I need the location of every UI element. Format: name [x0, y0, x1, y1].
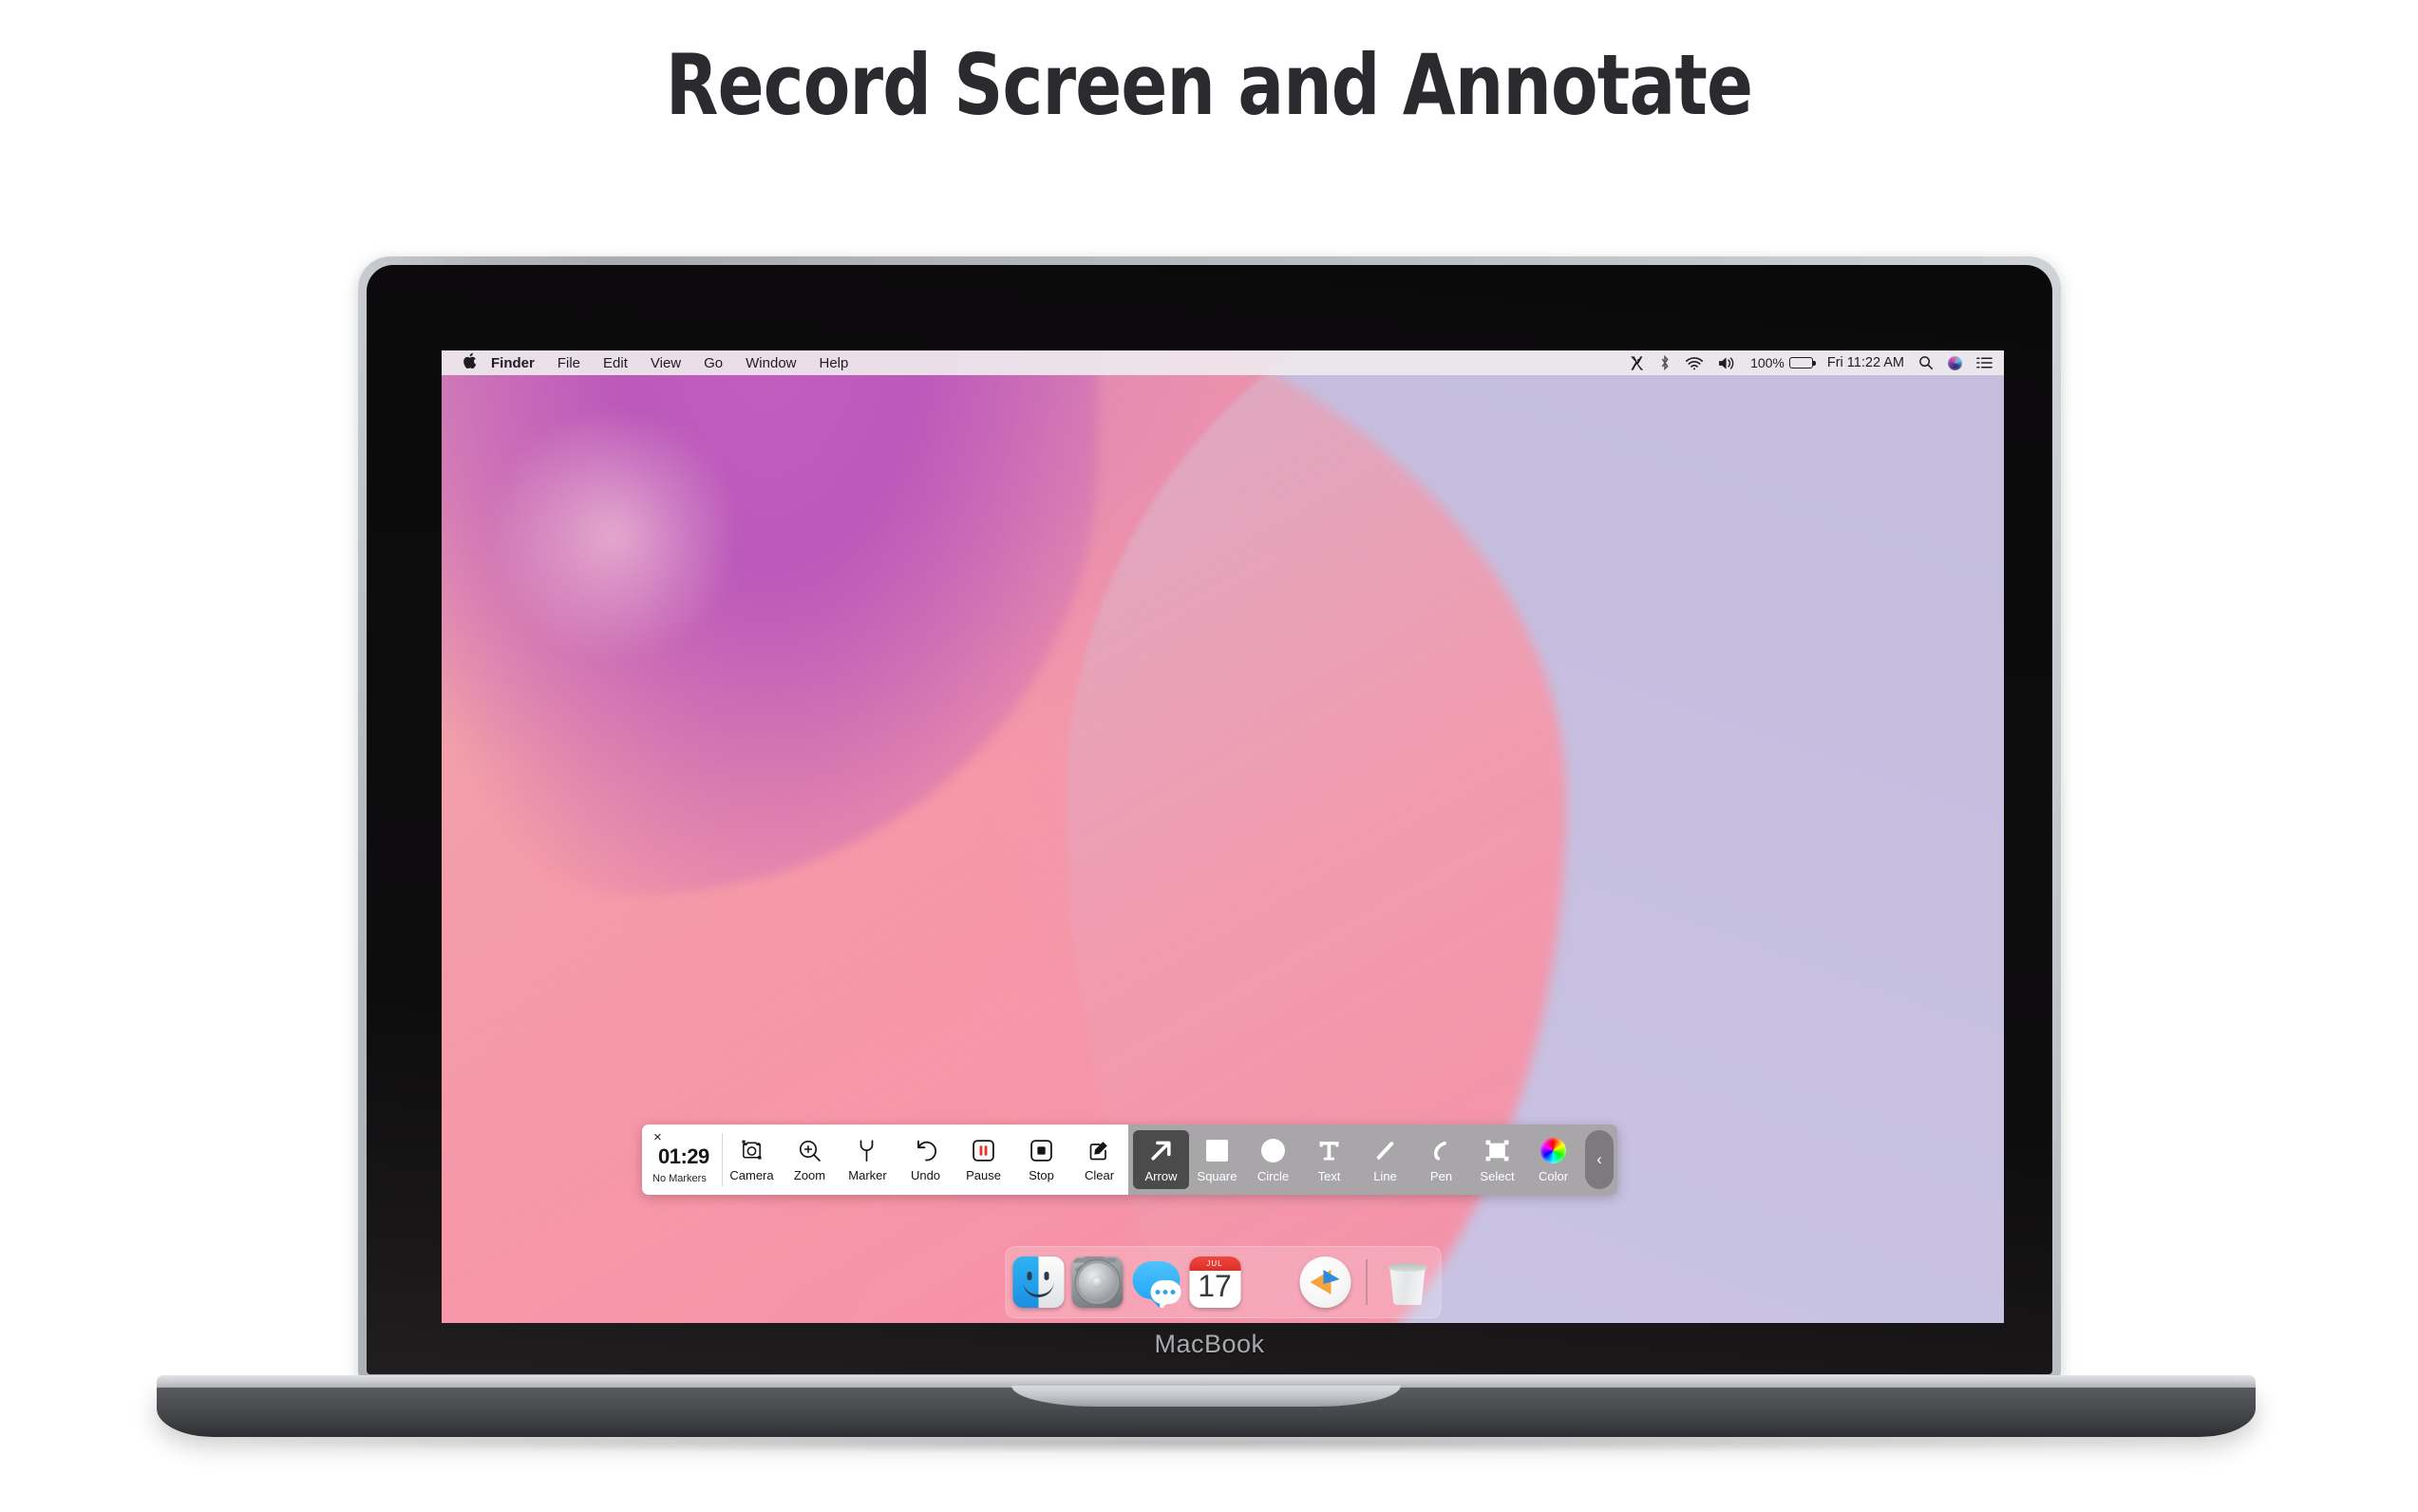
dock-item-app[interactable] [1299, 1257, 1351, 1308]
marker-button[interactable]: Marker [839, 1125, 897, 1195]
recording-time: 01:29 [658, 1144, 709, 1168]
zoom-in-icon [798, 1137, 822, 1164]
circle-icon [1261, 1137, 1285, 1165]
tool-pen-label: Pen [1429, 1168, 1453, 1183]
menu-item-file[interactable]: File [557, 355, 580, 371]
laptop-screen: Finder File Edit View Go Window Help 100… [442, 350, 2004, 1323]
line-icon [1373, 1137, 1397, 1165]
laptop-bezel: Finder File Edit View Go Window Help 100… [367, 265, 2052, 1374]
pause-label: Pause [966, 1168, 1001, 1182]
wallpaper-sheen [488, 408, 739, 662]
tool-arrow[interactable]: Arrow [1133, 1130, 1189, 1189]
recorder-timer-group: × 01:29 No Markers [646, 1125, 722, 1195]
tool-text[interactable]: Text [1301, 1130, 1357, 1189]
recorder-controls-panel: × 01:29 No Markers Camera Zoom Marker Un… [642, 1125, 1128, 1195]
macos-menu-bar: Finder File Edit View Go Window Help 100… [442, 350, 2004, 375]
zoom-label: Zoom [793, 1168, 826, 1182]
clear-label: Clear [1084, 1168, 1115, 1182]
battery-percent-label: 100% [1750, 355, 1785, 370]
tool-arrow-label: Arrow [1144, 1168, 1178, 1183]
collapse-toolbar-button[interactable]: ‹ [1585, 1130, 1614, 1189]
tool-line[interactable]: Line [1357, 1130, 1413, 1189]
tool-circle-label: Circle [1256, 1168, 1290, 1183]
clear-pencil-icon [1087, 1137, 1111, 1164]
select-frame-icon [1484, 1137, 1510, 1165]
pause-button[interactable]: Pause [954, 1125, 1012, 1195]
dock-item-finder[interactable] [1012, 1257, 1064, 1308]
stop-label: Stop [1029, 1168, 1054, 1182]
menu-item-view[interactable]: View [651, 355, 681, 371]
menu-item-window[interactable]: Window [746, 355, 796, 371]
dock-item-calendar[interactable]: JUL 17 [1189, 1257, 1240, 1308]
stop-icon [1030, 1137, 1053, 1164]
search-icon[interactable] [1918, 355, 1934, 370]
markers-status: No Markers [652, 1173, 707, 1184]
laptop-drop-shadow [218, 1432, 2194, 1453]
tool-line-label: Line [1373, 1168, 1397, 1183]
tool-square-label: Square [1197, 1168, 1237, 1183]
arrow-up-right-icon [1148, 1137, 1174, 1165]
tool-select[interactable]: Select [1469, 1130, 1525, 1189]
zoom-button[interactable]: Zoom [781, 1125, 839, 1195]
tool-color[interactable]: Color [1525, 1130, 1581, 1189]
gear-icon [1078, 1263, 1116, 1301]
siri-icon[interactable] [1948, 355, 1962, 370]
tool-select-label: Select [1480, 1168, 1515, 1183]
apple-logo-icon[interactable] [463, 352, 477, 372]
dock-item-trash[interactable] [1382, 1257, 1433, 1308]
square-icon [1206, 1137, 1228, 1165]
marker-label: Marker [848, 1168, 887, 1182]
macos-dock: JUL 17 [1005, 1246, 1441, 1318]
undo-icon [914, 1137, 938, 1164]
stop-button[interactable]: Stop [1012, 1125, 1070, 1195]
close-icon[interactable]: × [653, 1130, 662, 1144]
annotation-tools-panel: Arrow Square Circle Text Line Pen Select… [1128, 1125, 1617, 1195]
camera-button[interactable]: Camera [723, 1125, 781, 1195]
undo-button[interactable]: Undo [897, 1125, 954, 1195]
screen-recorder-toolbar[interactable]: × 01:29 No Markers Camera Zoom Marker Un… [642, 1125, 1617, 1195]
pen-stroke-icon [1429, 1137, 1453, 1165]
tool-pen[interactable]: Pen [1413, 1130, 1469, 1189]
clear-button[interactable]: Clear [1070, 1125, 1128, 1195]
menu-bar-status-area: 100% Fri 11:22 AM [1629, 354, 1993, 371]
battery-full-icon [1788, 357, 1816, 369]
camera-icon [739, 1137, 765, 1164]
bluetooth-icon[interactable] [1659, 354, 1671, 371]
dock-item-system-preferences[interactable] [1071, 1257, 1123, 1308]
macbook-mockup: Finder File Edit View Go Window Help 100… [358, 256, 2061, 1379]
wifi-icon[interactable] [1685, 356, 1704, 370]
macbook-wordmark: MacBook [1154, 1330, 1265, 1358]
text-icon [1317, 1137, 1341, 1165]
laptop-base [157, 1375, 2256, 1440]
page-title: Record Screen and Annotate [665, 36, 1753, 134]
dock-item-messages[interactable] [1130, 1257, 1181, 1308]
battery-status[interactable]: 100% [1750, 355, 1816, 370]
tool-color-label: Color [1538, 1168, 1569, 1183]
pause-icon [972, 1137, 995, 1164]
menu-item-go[interactable]: Go [704, 355, 723, 371]
dock-divider [1366, 1259, 1367, 1305]
control-center-list-icon[interactable] [1976, 356, 1993, 369]
camera-label: Camera [729, 1168, 774, 1182]
menu-item-finder[interactable]: Finder [491, 355, 535, 371]
marker-pin-icon [858, 1137, 878, 1164]
menu-bar-clock[interactable]: Fri 11:22 AM [1827, 355, 1904, 370]
volume-icon[interactable] [1718, 356, 1736, 370]
laptop-base-notch [1011, 1386, 1401, 1407]
tool-text-label: Text [1317, 1168, 1341, 1183]
menu-item-edit[interactable]: Edit [603, 355, 628, 371]
undo-label: Undo [910, 1168, 941, 1182]
x-app-icon[interactable] [1629, 355, 1645, 371]
tool-circle[interactable]: Circle [1245, 1130, 1301, 1189]
menu-item-help[interactable]: Help [820, 355, 849, 371]
color-wheel-icon [1540, 1137, 1566, 1165]
tool-square[interactable]: Square [1189, 1130, 1245, 1189]
calendar-day: 17 [1198, 1269, 1232, 1303]
